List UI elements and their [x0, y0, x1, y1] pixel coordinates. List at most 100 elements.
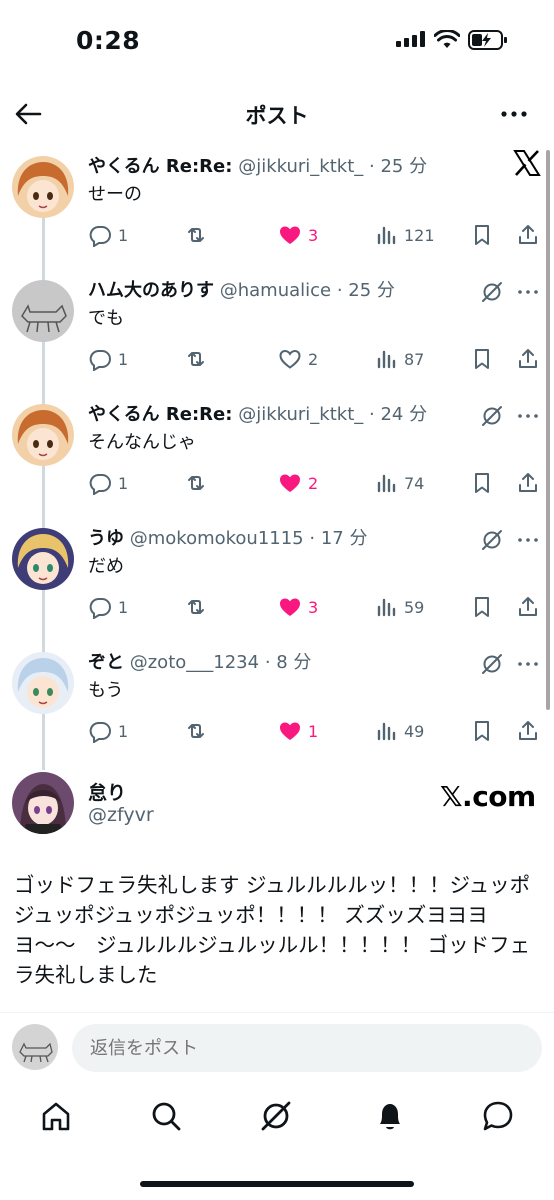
notifications-bell-icon[interactable] [372, 1098, 408, 1134]
author-handle[interactable]: @mokomokou1115 [130, 528, 304, 549]
avatar[interactable] [12, 280, 74, 342]
author-name[interactable]: やくるん Re:Re: [88, 156, 232, 177]
repost-button[interactable] [184, 468, 208, 498]
like-count: 3 [308, 597, 319, 617]
views-icon [377, 474, 396, 493]
messages-icon[interactable] [480, 1098, 516, 1134]
reply-button[interactable]: 1 [88, 592, 128, 622]
views-button[interactable]: 74 [374, 468, 424, 498]
repost-icon [188, 724, 204, 738]
post-time: · 25 分 [336, 280, 395, 301]
post-actions: 1 3 121 [88, 220, 548, 250]
grok-icon[interactable] [480, 528, 504, 552]
reply-button[interactable]: 1 [88, 468, 128, 498]
bookmark-button[interactable] [470, 220, 494, 250]
reply-count: 1 [118, 721, 129, 741]
author-name[interactable]: うゆ [88, 528, 124, 549]
bookmark-button[interactable] [470, 716, 494, 746]
quoted-author-name[interactable]: 怠り [88, 778, 126, 805]
share-icon [519, 349, 537, 368]
like-button[interactable]: 3 [278, 592, 318, 622]
thread-reply-post[interactable]: ぞと @zoto___1234 · 8 分 もう 1 1 49 [0, 644, 554, 768]
reply-button[interactable]: 1 [88, 220, 128, 250]
reply-count: 1 [118, 597, 129, 617]
bookmark-button[interactable] [470, 592, 494, 622]
bookmark-button[interactable] [470, 344, 494, 374]
more-options-icon[interactable] [516, 282, 540, 302]
reply-button[interactable]: 1 [88, 344, 128, 374]
post-body-text: ゴッドフェラ失礼します ジュルルルルッ！！！ジュッポジュッポジュッポジュッポ！！… [14, 873, 531, 987]
avatar[interactable] [12, 772, 74, 834]
repost-icon [188, 228, 204, 242]
x-logo-icon [513, 150, 541, 176]
thread-reply-post[interactable]: うゆ @mokomokou1115 · 17 分 だめ 1 3 59 [0, 520, 554, 644]
like-count: 2 [308, 473, 319, 493]
post-actions: 1 2 74 [88, 468, 548, 498]
avatar[interactable] [12, 404, 74, 466]
grok-icon[interactable] [480, 404, 504, 428]
author-handle[interactable]: @jikkuri_ktkt_ [238, 404, 363, 425]
more-options-icon[interactable] [516, 654, 540, 674]
like-button[interactable]: 3 [278, 220, 318, 250]
bookmark-button[interactable] [470, 468, 494, 498]
views-button[interactable]: 87 [374, 344, 424, 374]
status-time: 0:28 [76, 26, 141, 55]
share-button[interactable] [516, 220, 540, 250]
share-icon [519, 597, 537, 616]
reply-count: 1 [118, 225, 129, 245]
post-actions: 1 2 87 [88, 344, 548, 374]
share-button[interactable] [516, 592, 540, 622]
post-header: ハム大のありす @hamualice · 25 分 [88, 276, 395, 302]
author-handle[interactable]: @jikkuri_ktkt_ [238, 156, 363, 177]
home-icon[interactable] [38, 1098, 74, 1134]
heart-filled-icon [280, 598, 300, 616]
avatar[interactable] [12, 156, 74, 218]
post-text: もう [88, 680, 124, 701]
grok-icon[interactable] [258, 1098, 294, 1134]
reply-icon [89, 598, 111, 619]
like-button[interactable]: 2 [278, 468, 318, 498]
reply-button[interactable]: 1 [88, 716, 128, 746]
author-name[interactable]: ぞと [88, 652, 124, 673]
view-count: 49 [404, 721, 425, 741]
post-header: やくるん Re:Re: @jikkuri_ktkt_ · 24 分 [88, 400, 427, 426]
more-options-icon[interactable] [498, 100, 530, 128]
scrollbar[interactable] [546, 150, 550, 710]
heart-filled-icon [280, 474, 300, 492]
repost-button[interactable] [184, 716, 208, 746]
reply-icon [89, 722, 111, 743]
like-button[interactable]: 1 [278, 716, 318, 746]
more-options-icon[interactable] [516, 406, 540, 426]
repost-button[interactable] [184, 592, 208, 622]
author-handle[interactable]: @zoto___1234 [130, 652, 259, 673]
grok-icon[interactable] [480, 280, 504, 304]
more-options-icon[interactable] [516, 530, 540, 550]
author-name[interactable]: やくるん Re:Re: [88, 404, 232, 425]
like-button[interactable]: 2 [278, 344, 318, 374]
views-button[interactable]: 121 [374, 220, 435, 250]
views-button[interactable]: 59 [374, 592, 424, 622]
thread-reply-post[interactable]: やくるん Re:Re: @jikkuri_ktkt_ · 25 分 せーの 1 … [0, 148, 554, 272]
avatar[interactable] [12, 528, 74, 590]
quoted-author-handle[interactable]: @zfyvr [88, 804, 154, 826]
thread-reply-post[interactable]: やくるん Re:Re: @jikkuri_ktkt_ · 24 分 そんなんじゃ… [0, 396, 554, 520]
thread-reply-post[interactable]: ハム大のありす @hamualice · 25 分 でも 1 2 87 [0, 272, 554, 396]
avatar[interactable] [12, 652, 74, 714]
reply-input[interactable] [72, 1024, 542, 1072]
author-name[interactable]: ハム大のありす [88, 280, 214, 301]
share-button[interactable] [516, 716, 540, 746]
like-count: 3 [308, 225, 319, 245]
share-button[interactable] [516, 468, 540, 498]
reply-icon [89, 226, 111, 247]
views-icon [377, 350, 396, 369]
share-button[interactable] [516, 344, 540, 374]
bookmark-icon [475, 597, 489, 617]
views-button[interactable]: 49 [374, 716, 424, 746]
author-handle[interactable]: @hamualice [220, 280, 331, 301]
repost-button[interactable] [184, 220, 208, 250]
repost-button[interactable] [184, 344, 208, 374]
heart-filled-icon [280, 226, 300, 244]
x-com-watermark: 𝕏.com [440, 780, 536, 813]
search-icon[interactable] [148, 1098, 184, 1134]
grok-icon[interactable] [480, 652, 504, 676]
